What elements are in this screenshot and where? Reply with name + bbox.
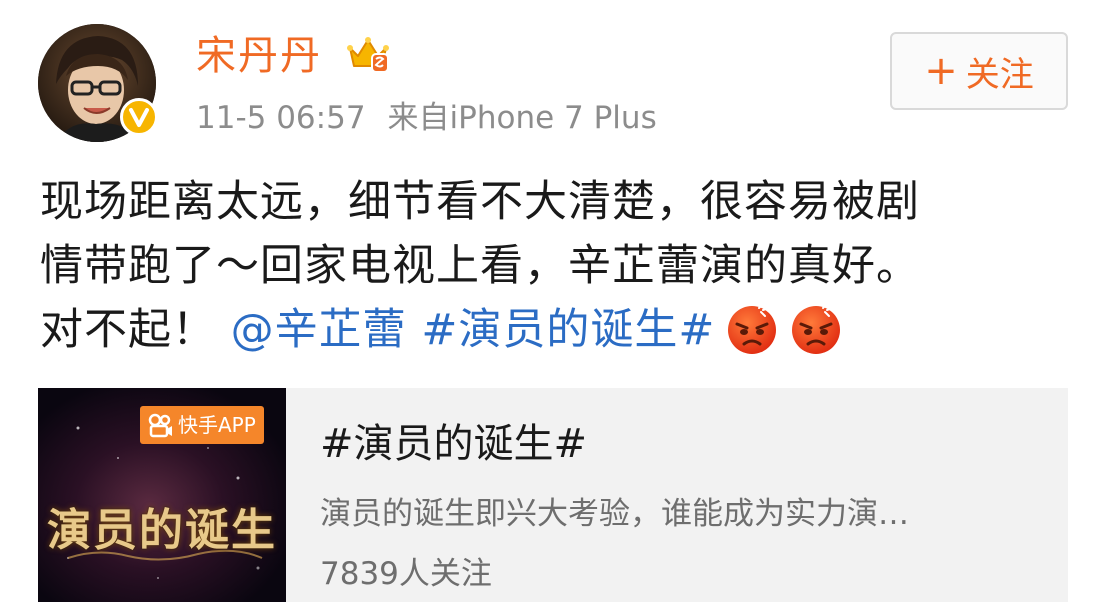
follow-button[interactable]: + 关注 — [890, 32, 1068, 110]
kuaishou-icon — [148, 413, 172, 438]
content-text: 对不起！ — [40, 305, 216, 355]
plus-icon: + — [924, 48, 958, 94]
verified-icon — [120, 98, 158, 136]
post-meta: 11-5 06:57 来自iPhone 7 Plus — [196, 96, 657, 140]
follow-label: 关注 — [965, 54, 1034, 95]
topic-link[interactable]: #演员的诞生# — [421, 305, 715, 355]
post-source: 来自iPhone 7 Plus — [387, 100, 657, 136]
topic-card[interactable]: 快手APP 演员的诞生 #演员的诞生# 演员的诞生即兴大考验，谁能成为实力演… … — [38, 388, 1068, 602]
angry-face-emoji-icon — [789, 302, 843, 356]
post-content: 现场距离太远，细节看不大清楚，很容易被剧 情带跑了～回家电视上看，辛芷蕾演的真好… — [40, 170, 1080, 362]
content-line-3: 对不起！ @辛芷蕾 #演员的诞生# — [40, 298, 1080, 362]
weibo-post: 宋丹丹 11-5 06:57 来自iPhone 7 Plus + 关注 现场距离太… — [0, 0, 1108, 602]
post-time[interactable]: 11-5 06:57 — [196, 100, 366, 136]
content-line-2: 情带跑了～回家电视上看，辛芷蕾演的真好。 — [40, 241, 920, 291]
content-line-1: 现场距离太远，细节看不大清楚，很容易被剧 — [40, 177, 920, 227]
card-description: 演员的诞生即兴大考验，谁能成为实力演… — [320, 496, 909, 532]
app-badge-label: 快手APP — [178, 413, 256, 437]
crown-vip-icon[interactable] — [346, 34, 390, 74]
card-thumbnail[interactable]: 快手APP 演员的诞生 — [38, 388, 286, 602]
mention-link[interactable]: @辛芷蕾 — [231, 305, 407, 355]
kuaishou-app-badge: 快手APP — [140, 406, 264, 444]
show-logo: 演员的诞生 — [47, 505, 277, 556]
card-title[interactable]: #演员的诞生# — [320, 418, 587, 470]
avatar-container[interactable] — [38, 24, 158, 142]
card-followers-count: 7839人关注 — [320, 556, 492, 592]
username[interactable]: 宋丹丹 — [196, 30, 322, 82]
angry-face-emoji-icon — [725, 302, 779, 356]
